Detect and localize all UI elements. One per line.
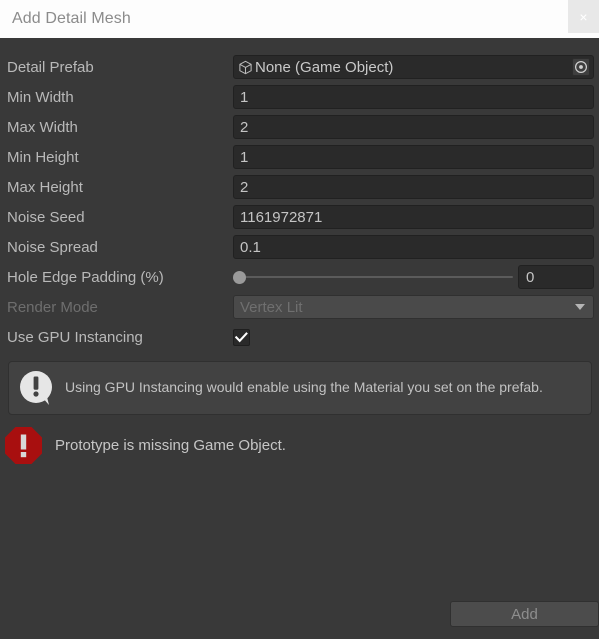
dialog-footer: Add xyxy=(0,601,599,627)
info-bubble-icon xyxy=(20,371,52,405)
row-detail-prefab: Detail Prefab None (Game Object) xyxy=(0,52,599,82)
row-noise-seed: Noise Seed 1161972871 xyxy=(0,202,599,232)
row-min-width: Min Width 1 xyxy=(0,82,599,112)
target-picker-icon[interactable] xyxy=(572,58,590,76)
row-use-gpu-instancing: Use GPU Instancing xyxy=(0,322,599,352)
noise-spread-label: Noise Spread xyxy=(7,238,98,256)
row-max-width: Max Width 2 xyxy=(0,112,599,142)
chevron-down-icon xyxy=(575,304,585,310)
noise-spread-input[interactable]: 0.1 xyxy=(233,235,594,259)
max-height-input[interactable]: 2 xyxy=(233,175,594,199)
hole-edge-padding-slider[interactable] xyxy=(233,265,513,289)
min-width-label: Min Width xyxy=(7,88,74,106)
max-height-label: Max Height xyxy=(7,178,83,196)
row-min-height: Min Height 1 xyxy=(0,142,599,172)
row-hole-edge-padding: Hole Edge Padding (%) 0 xyxy=(0,262,599,292)
hole-edge-padding-label: Hole Edge Padding (%) xyxy=(7,268,164,286)
render-mode-dropdown[interactable]: Vertex Lit xyxy=(233,295,594,319)
row-render-mode: Render Mode Vertex Lit xyxy=(0,292,599,322)
dialog-body: Detail Prefab None (Game Object) Min Wid… xyxy=(0,38,599,639)
window-title: Add Detail Mesh xyxy=(12,10,131,27)
detail-prefab-value: None (Game Object) xyxy=(255,58,394,76)
use-gpu-instancing-label: Use GPU Instancing xyxy=(7,328,143,346)
checkmark-icon xyxy=(235,331,248,342)
error-octagon-icon xyxy=(5,427,42,464)
close-icon[interactable]: × xyxy=(568,0,599,33)
add-button[interactable]: Add xyxy=(450,601,599,627)
window-titlebar: Add Detail Mesh × xyxy=(0,0,599,38)
noise-seed-label: Noise Seed xyxy=(7,208,85,226)
render-mode-label: Render Mode xyxy=(7,298,98,316)
max-width-label: Max Width xyxy=(7,118,78,136)
row-max-height: Max Height 2 xyxy=(0,172,599,202)
cube-icon xyxy=(239,60,252,74)
noise-seed-input[interactable]: 1161972871 xyxy=(233,205,594,229)
detail-prefab-object-field[interactable]: None (Game Object) xyxy=(233,55,594,79)
gpu-instancing-help-text: Using GPU Instancing would enable using … xyxy=(65,379,543,396)
detail-prefab-label: Detail Prefab xyxy=(7,58,94,76)
min-width-input[interactable]: 1 xyxy=(233,85,594,109)
max-width-input[interactable]: 2 xyxy=(233,115,594,139)
use-gpu-instancing-checkbox[interactable] xyxy=(233,328,250,346)
hole-edge-padding-input[interactable]: 0 xyxy=(518,265,594,289)
slider-track xyxy=(239,276,513,278)
error-message-row: Prototype is missing Game Object. xyxy=(0,415,599,465)
gpu-instancing-helpbox: Using GPU Instancing would enable using … xyxy=(8,361,592,415)
render-mode-value: Vertex Lit xyxy=(240,298,303,316)
slider-handle[interactable] xyxy=(233,270,246,284)
min-height-label: Min Height xyxy=(7,148,79,166)
error-message-text: Prototype is missing Game Object. xyxy=(55,437,286,454)
row-noise-spread: Noise Spread 0.1 xyxy=(0,232,599,262)
min-height-input[interactable]: 1 xyxy=(233,145,594,169)
